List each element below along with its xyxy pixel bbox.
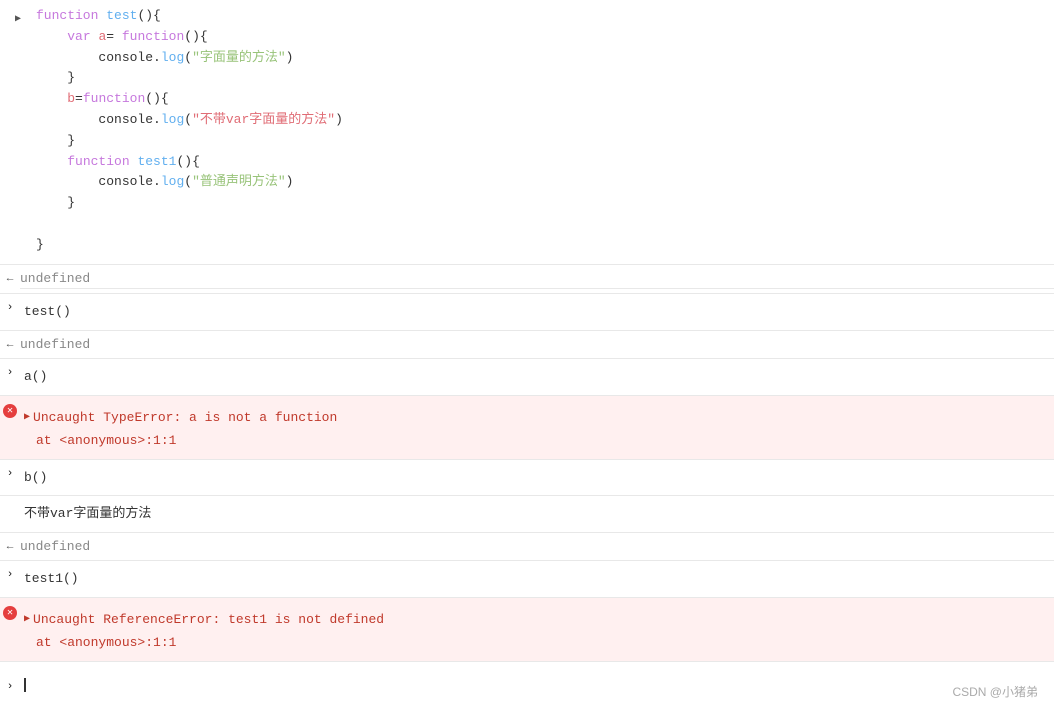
error-icon-test1: ✕ bbox=[0, 602, 20, 620]
code-line bbox=[36, 214, 343, 235]
console-bottom-input[interactable]: › bbox=[0, 662, 1054, 708]
left-arrow-3: ← bbox=[0, 537, 20, 553]
code-block: ▶ function test(){ var a= function(){ co… bbox=[0, 0, 1054, 265]
error-expand-test1[interactable]: ▶ Uncaught ReferenceError: test1 is not … bbox=[24, 606, 1054, 634]
console-row-test1-input: › test1() bbox=[0, 561, 1054, 598]
console-row-test-input: › test() bbox=[0, 294, 1054, 331]
console-row-undefined-2: ← undefined bbox=[0, 331, 1054, 360]
right-arrow: › bbox=[0, 298, 20, 314]
error-content-a: ▶ Uncaught TypeError: a is not a functio… bbox=[20, 400, 1054, 455]
error-location-a: at <anonymous>:1:1 bbox=[24, 431, 1054, 451]
empty-prefix bbox=[0, 500, 20, 504]
console-row-b-output: 不带var字面量的方法 bbox=[0, 496, 1054, 533]
error-circle-test1: ✕ bbox=[3, 606, 17, 620]
watermark: CSDN @小猪弟 bbox=[952, 683, 1038, 700]
right-arrow-a: › bbox=[0, 363, 20, 379]
left-arrow: ← bbox=[0, 269, 20, 285]
error-icon-a: ✕ bbox=[0, 400, 20, 418]
console-row-error-test1: ✕ ▶ Uncaught ReferenceError: test1 is no… bbox=[0, 598, 1054, 662]
output-undefined-1: undefined bbox=[20, 269, 1054, 290]
console-row-error-a: ✕ ▶ Uncaught TypeError: a is not a funct… bbox=[0, 396, 1054, 460]
error-message-a: Uncaught TypeError: a is not a function bbox=[33, 408, 337, 428]
input-field[interactable] bbox=[20, 671, 1054, 699]
error-circle: ✕ bbox=[3, 404, 17, 418]
error-content-test1: ▶ Uncaught ReferenceError: test1 is not … bbox=[20, 602, 1054, 657]
error-expand-a[interactable]: ▶ Uncaught TypeError: a is not a functio… bbox=[24, 404, 1054, 432]
console-row-undefined-1: ← undefined bbox=[0, 265, 1054, 295]
right-arrow-test1: › bbox=[0, 565, 20, 581]
code-line: } bbox=[36, 131, 343, 152]
code-line: console.log("字面量的方法") bbox=[36, 48, 343, 69]
code-line: var a= function(){ bbox=[36, 27, 343, 48]
code-line: } bbox=[36, 235, 343, 256]
text-cursor bbox=[24, 678, 26, 692]
console-row-b-input: › b() bbox=[0, 460, 1054, 497]
code-line: function test(){ bbox=[36, 6, 343, 27]
input-b: b() bbox=[20, 464, 1054, 492]
code-line: b=function(){ bbox=[36, 89, 343, 110]
output-undefined-3: undefined bbox=[20, 537, 1054, 557]
console-row-a-input: › a() bbox=[0, 359, 1054, 396]
code-line: } bbox=[36, 193, 343, 214]
output-undefined-2: undefined bbox=[20, 335, 1054, 355]
tri-right-icon-test1: ▶ bbox=[24, 610, 30, 627]
tri-right-icon: ▶ bbox=[24, 408, 30, 425]
code-line: function test1(){ bbox=[36, 152, 343, 173]
code-line: } bbox=[36, 68, 343, 89]
input-test1: test1() bbox=[20, 565, 1054, 593]
right-arrow-b: › bbox=[0, 464, 20, 480]
expand-arrow[interactable]: ▶ bbox=[8, 6, 28, 28]
input-a: a() bbox=[20, 363, 1054, 391]
error-location-test1: at <anonymous>:1:1 bbox=[24, 633, 1054, 653]
input-prompt: › bbox=[0, 677, 20, 693]
input-test: test() bbox=[20, 298, 1054, 326]
error-message-test1: Uncaught ReferenceError: test1 is not de… bbox=[33, 610, 384, 630]
code-line: console.log("不带var字面量的方法") bbox=[36, 110, 343, 131]
code-line: console.log("普通声明方法") bbox=[36, 172, 343, 193]
console-row-undefined-3: ← undefined bbox=[0, 533, 1054, 562]
left-arrow-2: ← bbox=[0, 335, 20, 351]
output-b-print: 不带var字面量的方法 bbox=[20, 500, 1054, 528]
console-container: ▶ function test(){ var a= function(){ co… bbox=[0, 0, 1054, 708]
